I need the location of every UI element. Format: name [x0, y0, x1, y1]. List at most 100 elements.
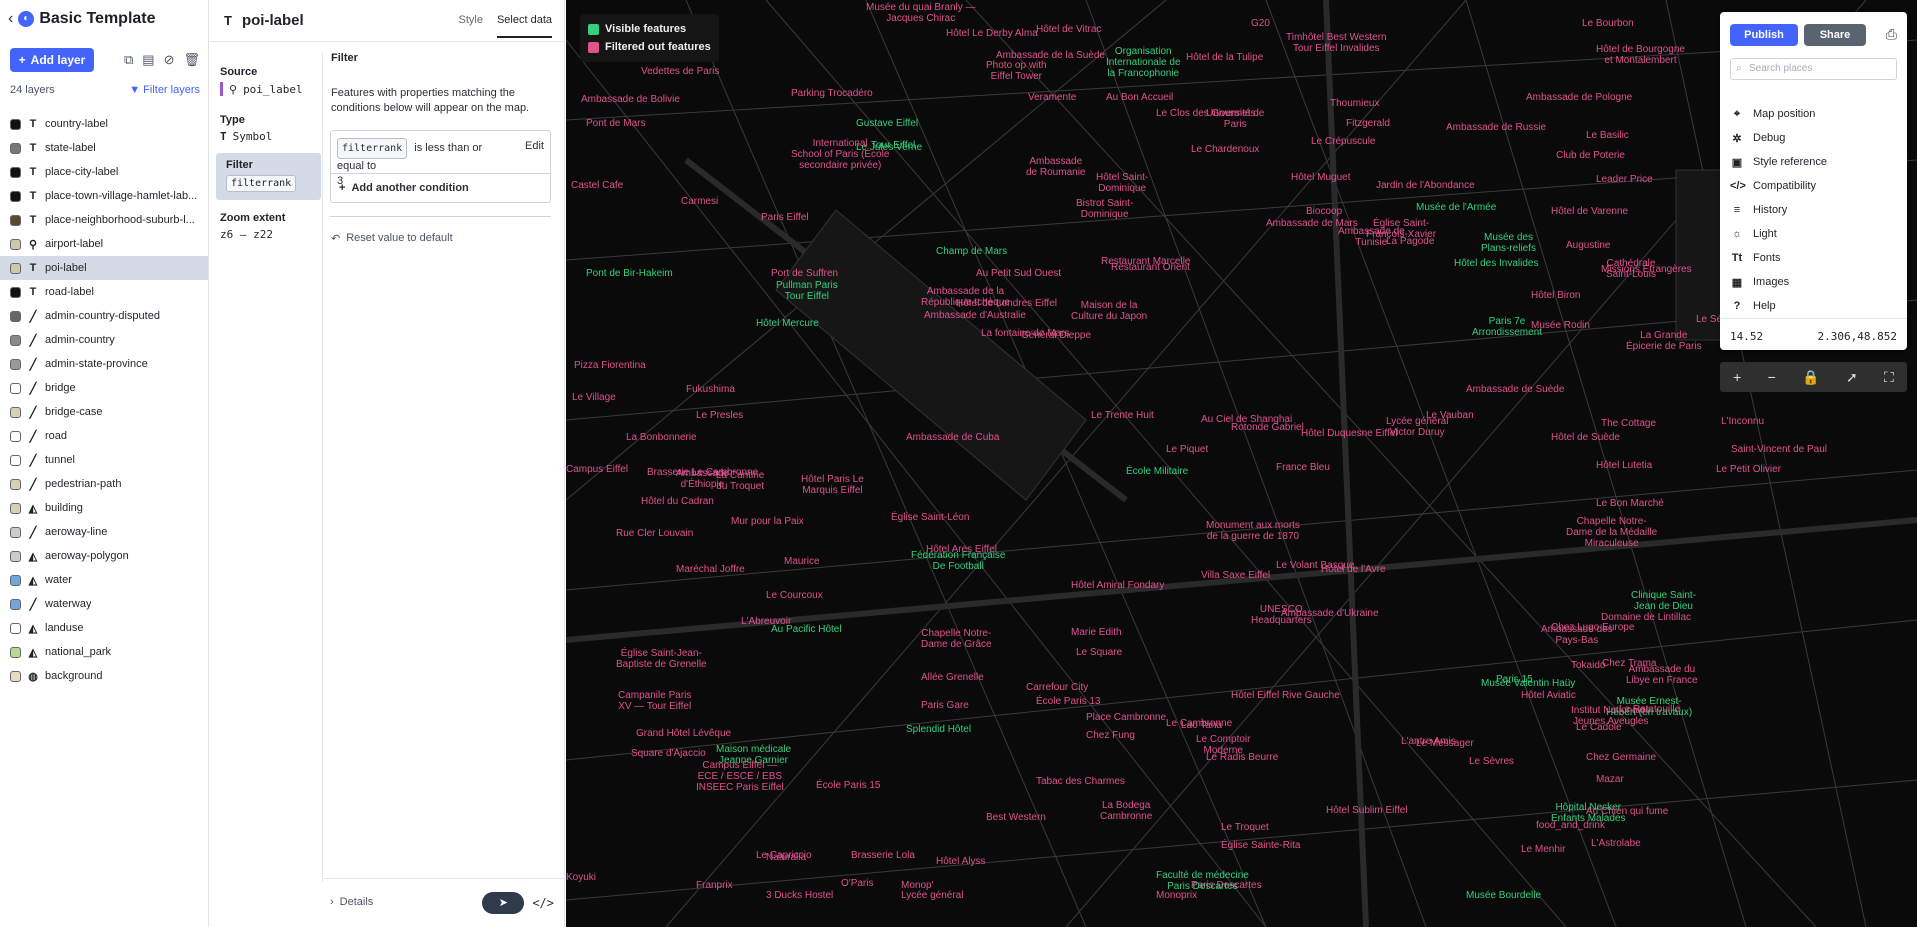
layer-item-place-town-village-hamlet-lab[interactable]: Tplace-town-village-hamlet-lab... [0, 184, 208, 208]
filtered-poi-label[interactable]: Le Menhir [1521, 844, 1565, 855]
inspect-cursor-button[interactable]: ➤ [482, 892, 525, 914]
filtered-poi-label[interactable]: Port de Suffren [771, 268, 838, 279]
layer-item-road[interactable]: ╱ road [0, 424, 208, 448]
filtered-poi-label[interactable]: Thoumieux [1330, 98, 1379, 109]
visible-poi-label[interactable]: Clinique Saint- Jean de Dieu [1631, 590, 1696, 612]
filtered-poi-label[interactable]: Brasserie Lola [851, 850, 915, 861]
zoom-out-icon[interactable]: − [1768, 369, 1776, 385]
filtered-poi-label[interactable]: L'Abreuvoir [741, 616, 791, 627]
layer-item-bridge-case[interactable]: ╱ bridge-case [0, 400, 208, 424]
filtered-poi-label[interactable]: Carmesi [681, 196, 718, 207]
menu-item-style-reference[interactable]: ▣ Style reference [1730, 150, 1900, 174]
filtered-poi-label[interactable]: Square d'Ajaccio [631, 748, 706, 759]
filtered-poi-label[interactable]: Hôtel de Bourgogne et Montalembert [1596, 44, 1685, 66]
reset-default-button[interactable]: ↶ Reset value to default [331, 232, 453, 245]
map-canvas[interactable]: Musée du quai Branly — Jacques Chirac Hôt… [566, 0, 1917, 927]
filtered-poi-label[interactable]: Hôtel Lutetia [1596, 460, 1652, 471]
folder-icon[interactable]: ▤ [142, 52, 154, 68]
filtered-poi-label[interactable]: food_and_drink [1536, 820, 1605, 831]
filtered-poi-label[interactable]: Hôtel Paris Le Marquis Eiffel [801, 474, 864, 496]
filtered-poi-label[interactable]: G20 [1251, 18, 1270, 29]
visible-poi-label[interactable]: Pont de Bir-Hakeim [586, 268, 673, 279]
filtered-poi-label[interactable]: Le Piquet [1166, 444, 1208, 455]
menu-item-map-position[interactable]: ⌖ Map position [1730, 102, 1900, 126]
filtered-poi-label[interactable]: Monument aux morts de la guerre de 1870 [1206, 520, 1300, 542]
visible-poi-label[interactable]: Faculté de médecine Paris Descartes [1156, 870, 1249, 892]
filtered-poi-label[interactable]: Musée Rodin [1531, 320, 1590, 331]
filtered-poi-label[interactable]: Tabac des Charmes [1036, 776, 1125, 787]
filtered-poi-label[interactable]: Timhôtel Best Western Tour Eiffel Invali… [1286, 32, 1387, 54]
layer-item-pedestrian-path[interactable]: ╱ pedestrian-path [0, 472, 208, 496]
compass-icon[interactable]: ➚ [1846, 369, 1858, 386]
search-input[interactable]: ⌕ Search places [1730, 58, 1897, 80]
filtered-poi-label[interactable]: International School of Paris (École sec… [791, 138, 889, 171]
back-chevron-icon[interactable]: ‹ [8, 10, 13, 28]
filtered-poi-label[interactable]: France Bleu [1276, 462, 1330, 473]
filtered-poi-label[interactable]: Le Bon Marché [1596, 498, 1664, 509]
filtered-poi-label[interactable]: Ambassade de Pologne [1526, 92, 1632, 103]
filter-section[interactable]: Filter filterrank [216, 153, 321, 200]
filtered-poi-label[interactable]: Au Ciel de Shanghai [1201, 414, 1292, 425]
filtered-poi-label[interactable]: Musée du quai Branly — Jacques Chirac [866, 2, 976, 24]
filtered-poi-label[interactable]: Le Village [572, 392, 616, 403]
filtered-poi-label[interactable]: The Cottage [1601, 418, 1656, 429]
filtered-poi-label[interactable]: Saint-Vincent de Paul [1731, 444, 1827, 455]
filtered-poi-label[interactable]: Le Basilic [1586, 130, 1629, 141]
filtered-poi-label[interactable]: Hôtel de Suède [1551, 432, 1620, 443]
layer-item-bridge[interactable]: ╱ bridge [0, 376, 208, 400]
layer-item-aeroway-line[interactable]: ╱ aeroway-line [0, 520, 208, 544]
filtered-poi-label[interactable]: Le Cadole [1576, 722, 1622, 733]
filtered-poi-label[interactable]: Le Trente Huit [1091, 410, 1154, 421]
filtered-poi-label[interactable]: Ambassade de Roumanie [1026, 156, 1085, 178]
publish-button[interactable]: Publish [1730, 24, 1798, 46]
trash-icon[interactable]: 🗑 [183, 52, 200, 68]
filtered-poi-label[interactable]: Le Ratatouille [1619, 704, 1680, 715]
visible-poi-label[interactable]: Hôtel des Invalides [1454, 258, 1539, 269]
visible-poi-label[interactable]: Champ de Mars [936, 246, 1007, 257]
filtered-poi-label[interactable]: Parking Trocadéro [791, 88, 873, 99]
filtered-poi-label[interactable]: Le Presles [696, 410, 743, 421]
filtered-poi-label[interactable]: Restaurant Orient [1111, 262, 1190, 273]
filtered-poi-label[interactable]: Lao Tana [1181, 720, 1222, 731]
menu-item-help[interactable]: ? Help [1730, 294, 1900, 318]
filtered-poi-label[interactable]: École Paris 15 [816, 780, 880, 791]
filtered-poi-label[interactable]: Jardin de l'Abondance [1376, 180, 1475, 191]
layer-item-place-city-label[interactable]: Tplace-city-label [0, 160, 208, 184]
hide-icon[interactable]: ⊘ [164, 52, 175, 68]
filtered-poi-label[interactable]: Hôtel Le Derby Alma [946, 28, 1038, 39]
filtered-poi-label[interactable]: Hôtel Alyss [936, 856, 985, 867]
filtered-poi-label[interactable]: Hôtel de Varenne [1551, 206, 1628, 217]
filtered-poi-label[interactable]: Chez Fung [1086, 730, 1135, 741]
details-toggle[interactable]: › Details [330, 896, 373, 908]
filtered-poi-label[interactable]: Augustine [1566, 240, 1610, 251]
filtered-poi-label[interactable]: Le Capriccio [756, 850, 812, 861]
filtered-poi-label[interactable]: Hôtel de la Tulipe [1186, 52, 1263, 63]
filtered-poi-label[interactable]: Photo op with Eiffel Tower [986, 60, 1047, 82]
filtered-poi-label[interactable]: Campus Eiffel — ECE / ESCE / EBS INSEEC … [696, 760, 784, 793]
filtered-poi-label[interactable]: Général Dieppe [1021, 330, 1091, 341]
filtered-poi-label[interactable]: Pizza Fiorentina [574, 360, 646, 371]
filtered-poi-label[interactable]: Hôtel Sublim Eiffel [1326, 805, 1408, 816]
filtered-poi-label[interactable]: Best Western [986, 812, 1046, 823]
layer-item-admin-country-disputed[interactable]: ╱ admin-country-disputed [0, 304, 208, 328]
edit-condition-button[interactable]: Edit [525, 140, 544, 152]
visible-poi-label[interactable]: Musée Bourdelle [1466, 890, 1541, 901]
add-layer-button[interactable]: + Add layer [10, 48, 94, 72]
filtered-poi-label[interactable]: Fukushima [686, 384, 735, 395]
layer-item-water[interactable]: ◭ water [0, 568, 208, 592]
filtered-poi-label[interactable]: Chez Trama [1602, 658, 1656, 669]
filtered-poi-label[interactable]: Hôtel Muguet [1291, 172, 1350, 183]
add-condition-button[interactable]: + Add another condition [339, 182, 469, 194]
filtered-poi-label[interactable]: Brasserie Le Cambronne [647, 467, 758, 478]
filtered-poi-label[interactable]: Ambassade de Suède [1466, 384, 1564, 395]
filtered-poi-label[interactable]: Koyuki [566, 872, 596, 883]
filtered-poi-label[interactable]: Hôtel Biron [1531, 290, 1580, 301]
filtered-poi-label[interactable]: Église Saint-Léon [891, 512, 969, 523]
visible-poi-label[interactable]: École Militaire [1126, 466, 1188, 477]
filtered-poi-label[interactable]: Castel Cafe [571, 180, 623, 191]
filtered-poi-label[interactable]: Le Chardenoux [1191, 144, 1259, 155]
filtered-poi-label[interactable]: Franprix [696, 880, 733, 891]
filtered-poi-label[interactable]: Hôtel de l'Avre [1321, 564, 1386, 575]
filtered-poi-label[interactable]: École Paris 13 [1036, 696, 1100, 707]
filtered-poi-label[interactable]: Église Saint-Jean- Baptiste de Grenelle [616, 648, 707, 670]
